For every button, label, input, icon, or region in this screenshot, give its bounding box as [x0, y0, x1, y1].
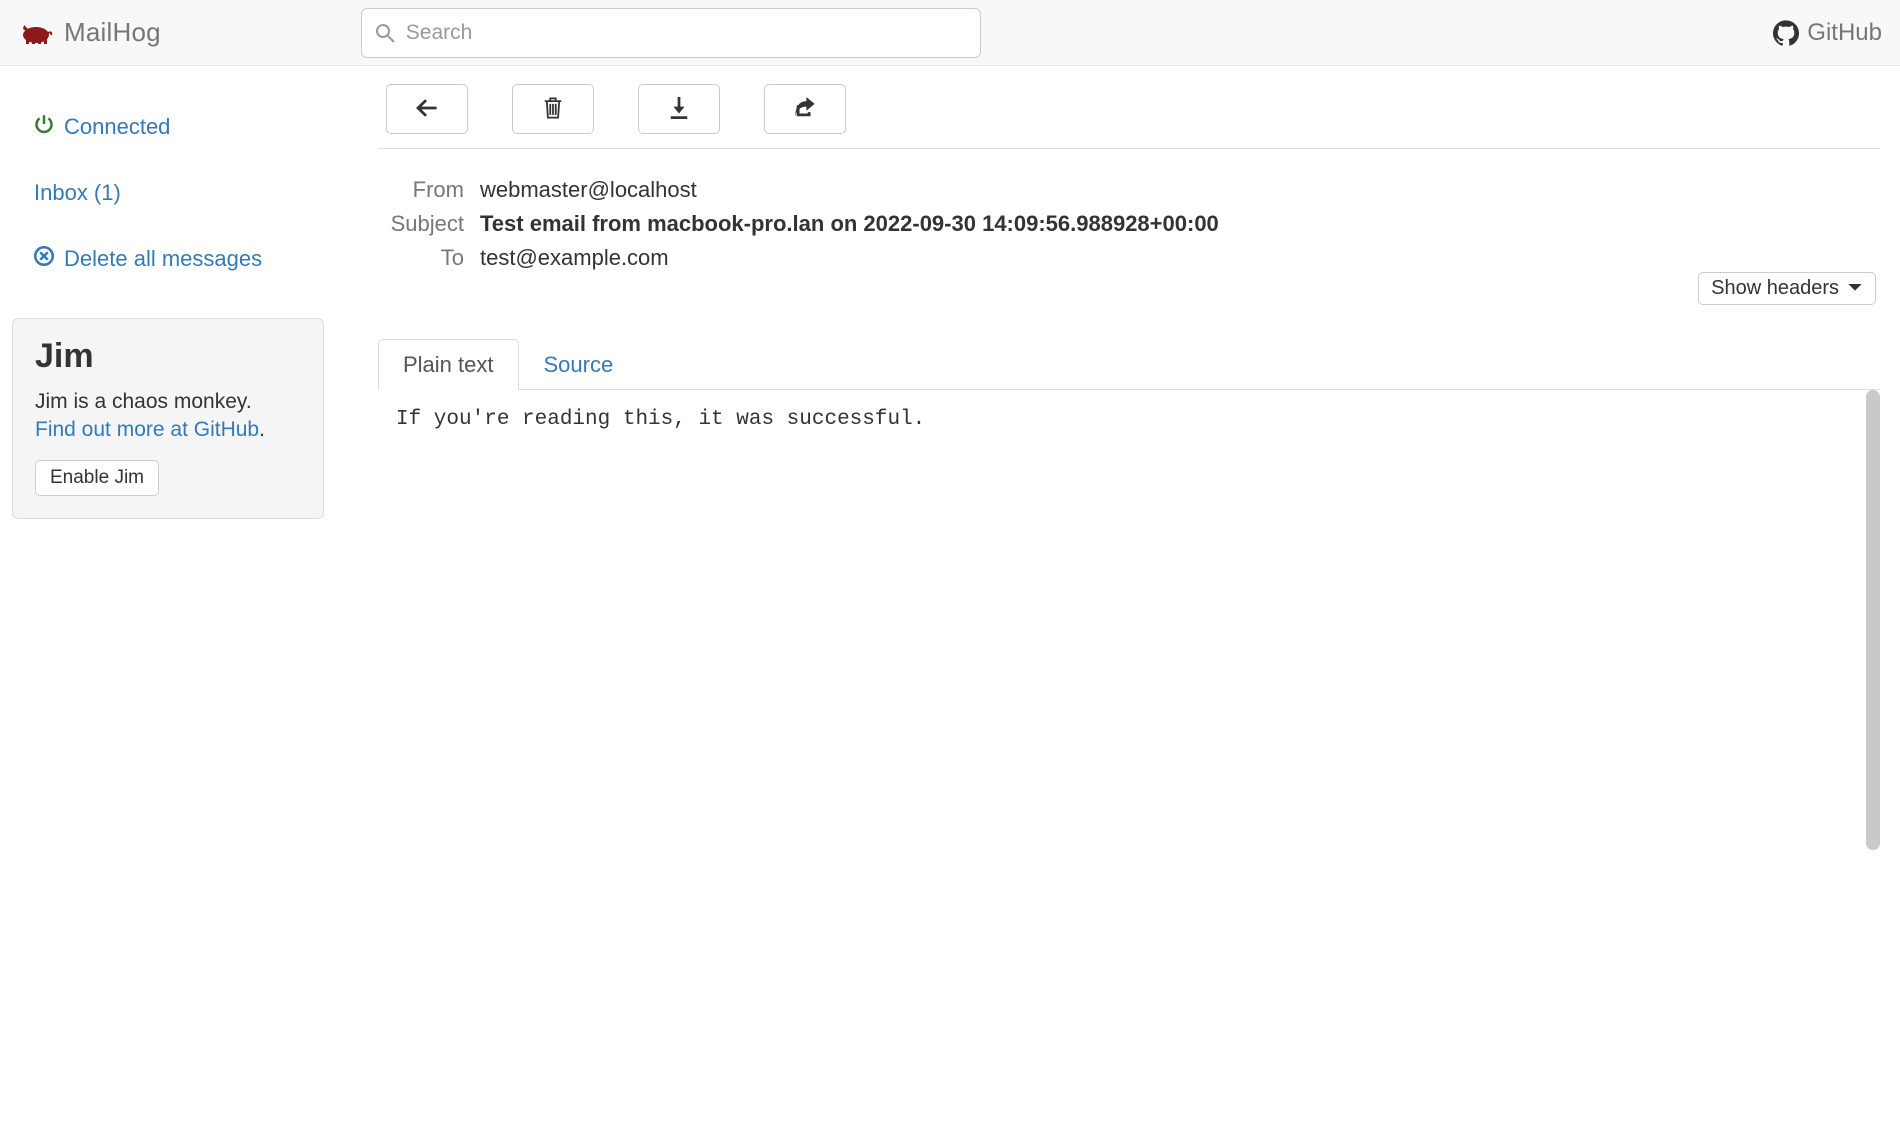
back-button[interactable]: [386, 84, 468, 134]
trash-icon: [543, 97, 563, 122]
release-button[interactable]: [764, 84, 846, 134]
share-icon: [794, 97, 816, 122]
scrollbar-thumb[interactable]: [1866, 390, 1880, 850]
jim-title: Jim: [35, 337, 301, 376]
inbox-label: Inbox (1): [34, 180, 121, 205]
github-icon: [1773, 20, 1799, 46]
enable-jim-button[interactable]: Enable Jim: [35, 460, 159, 496]
tab-plain-text[interactable]: Plain text: [378, 339, 519, 390]
header-row-subject: Subject Test email from macbook-pro.lan …: [378, 207, 1880, 241]
jim-desc: Jim is a chaos monkey.: [35, 390, 301, 414]
pig-icon: [18, 21, 54, 45]
main: From webmaster@localhost Subject Test em…: [370, 66, 1900, 850]
jim-github-link[interactable]: Find out more at GitHub: [35, 418, 259, 441]
tab-source[interactable]: Source: [519, 339, 639, 390]
download-button[interactable]: [638, 84, 720, 134]
sidebar-item-delete-all[interactable]: Delete all messages: [34, 246, 352, 272]
chevron-down-icon: [1847, 277, 1863, 300]
github-label: GitHub: [1807, 19, 1882, 47]
delete-circle-icon: [34, 246, 54, 272]
connection-label: Connected: [64, 114, 170, 140]
show-headers-button[interactable]: Show headers: [1698, 272, 1876, 305]
github-link[interactable]: GitHub: [1773, 19, 1882, 47]
jim-link-line: Find out more at GitHub.: [35, 418, 301, 442]
brand[interactable]: MailHog: [18, 17, 161, 48]
scrollbar[interactable]: [1866, 390, 1880, 850]
connection-status[interactable]: Connected: [34, 114, 352, 140]
to-value: test@example.com: [480, 245, 669, 271]
sidebar-item-inbox[interactable]: Inbox (1): [34, 180, 352, 206]
message-headers: From webmaster@localhost Subject Test em…: [378, 148, 1880, 285]
navbar: MailHog GitHub: [0, 0, 1900, 66]
delete-all-label: Delete all messages: [64, 246, 262, 272]
to-label: To: [378, 245, 464, 271]
header-row-to: To test@example.com: [378, 241, 1880, 275]
content-wrap: Connected Inbox (1) Delete all messages …: [0, 66, 1900, 850]
show-headers-label: Show headers: [1711, 277, 1839, 300]
arrow-left-icon: [416, 97, 438, 122]
header-row-from: From webmaster@localhost: [378, 173, 1880, 207]
search-wrap: [361, 8, 981, 58]
jim-link-suffix: .: [259, 418, 265, 441]
message-toolbar: [378, 76, 1880, 148]
power-icon: [34, 114, 54, 140]
brand-text: MailHog: [64, 17, 161, 48]
subject-label: Subject: [378, 211, 464, 237]
delete-button[interactable]: [512, 84, 594, 134]
sidebar: Connected Inbox (1) Delete all messages …: [0, 66, 370, 850]
search-input[interactable]: [361, 8, 981, 58]
message-body-text: If you're reading this, it was successfu…: [396, 408, 1872, 431]
subject-value: Test email from macbook-pro.lan on 2022-…: [480, 211, 1219, 237]
message-tabs: Plain text Source: [378, 339, 1880, 390]
from-value: webmaster@localhost: [480, 177, 697, 203]
download-icon: [669, 97, 689, 122]
jim-panel: Jim Jim is a chaos monkey. Find out more…: [12, 318, 324, 519]
message-body-panel: If you're reading this, it was successfu…: [378, 390, 1880, 850]
from-label: From: [378, 177, 464, 203]
nav-center: [361, 8, 1774, 58]
